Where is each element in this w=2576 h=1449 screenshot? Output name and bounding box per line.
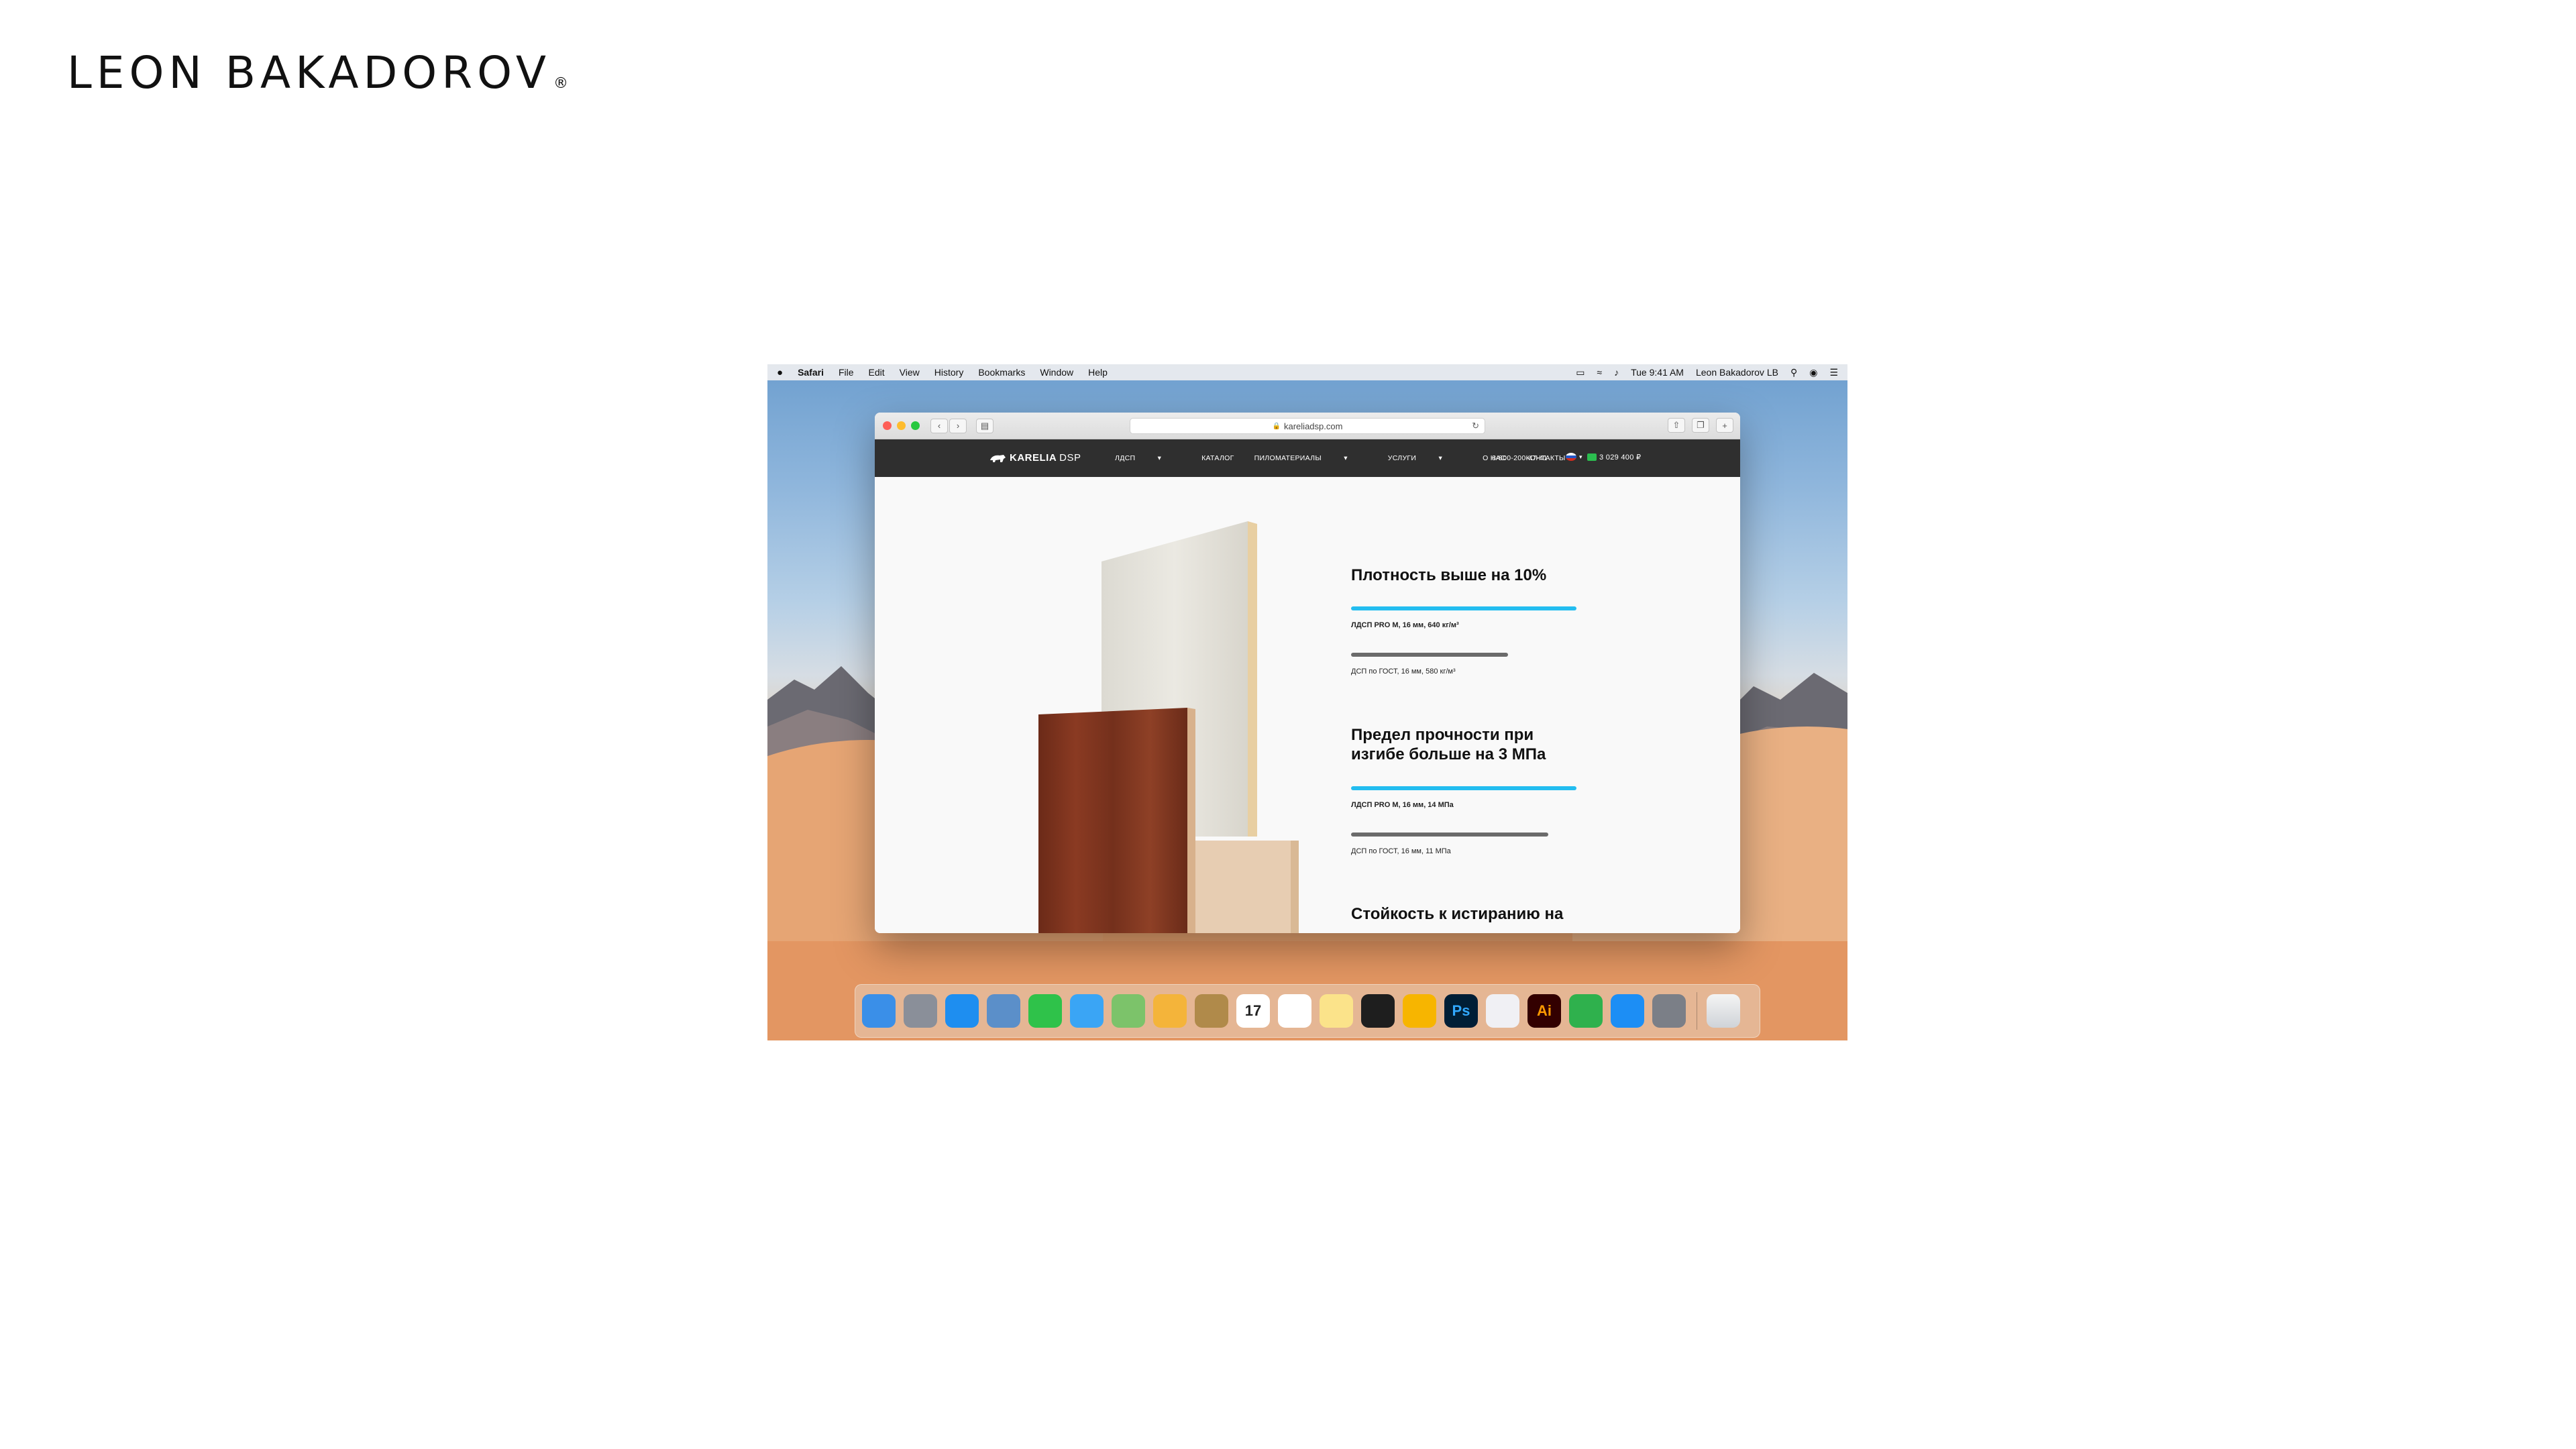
reminders-icon[interactable] xyxy=(1278,994,1311,1028)
strength-gost-bar xyxy=(1351,833,1548,837)
language-flag-icon[interactable] xyxy=(1566,453,1576,461)
desktop-screenshot: ● Safari File Edit View History Bookmark… xyxy=(767,364,1847,1040)
page-content: Плотность выше на 10% ЛДСП PRO M, 16 мм,… xyxy=(875,477,1740,933)
spotlight-icon[interactable]: ⚲ xyxy=(1790,367,1797,378)
brand-registered-mark: ® xyxy=(553,75,569,92)
nav-item-label: УСЛУГИ xyxy=(1387,454,1417,462)
address-bar[interactable]: 🔒 kareliadsp.com ↻ xyxy=(1130,418,1485,434)
minimize-window-button[interactable] xyxy=(897,421,906,430)
facetime-icon[interactable] xyxy=(1028,994,1062,1028)
density-gost-label: ДСП по ГОСТ, 16 мм, 580 кг/м³ xyxy=(1351,667,1456,676)
menu-history[interactable]: History xyxy=(934,367,964,378)
strength-pro-bar xyxy=(1351,786,1576,790)
logo-bold-text: KARELIA xyxy=(1010,452,1057,464)
system-preferences-icon[interactable] xyxy=(1652,994,1686,1028)
cart-total: 3 029 400 ₽ xyxy=(1599,453,1642,462)
nav-item-lumber[interactable]: ПИЛОМАТЕРИАЛЫ ▾ xyxy=(1254,454,1368,462)
finder-icon[interactable] xyxy=(862,994,896,1028)
sidebar-toggle-button[interactable]: ▤ xyxy=(976,418,994,433)
apple-logo-icon[interactable]: ● xyxy=(777,367,783,378)
notification-center-icon[interactable]: ☰ xyxy=(1829,367,1838,378)
stat-title-strength: Предел прочности при изгибе больше на 3 … xyxy=(1351,726,1546,763)
airplay-icon[interactable]: ▭ xyxy=(1576,367,1585,378)
preview-icon[interactable] xyxy=(987,994,1020,1028)
maps-icon[interactable] xyxy=(1112,994,1145,1028)
menu-window[interactable]: Window xyxy=(1040,367,1073,378)
caret-down-icon: ▾ xyxy=(1438,454,1443,462)
calendar-icon[interactable]: 17 xyxy=(1236,994,1270,1028)
nav-item-ldsp[interactable]: ЛДСП ▾ xyxy=(1115,454,1181,462)
notefile-icon[interactable] xyxy=(1195,994,1228,1028)
cart-icon xyxy=(1587,453,1597,461)
stat-title-abrasion: Стойкость к истиранию на xyxy=(1351,905,1564,923)
sketch-icon[interactable] xyxy=(1403,994,1436,1028)
user-account[interactable]: Leon Bakadorov LB xyxy=(1696,367,1778,378)
site-logo[interactable]: KARELIA DSP xyxy=(989,452,1081,464)
tabs-overview-button[interactable]: ❐ xyxy=(1692,418,1709,433)
illustrator-icon[interactable]: Ai xyxy=(1527,994,1561,1028)
photoshop-icon[interactable]: Ps xyxy=(1444,994,1478,1028)
small-beige-board-image xyxy=(1190,841,1299,933)
photos-icon[interactable] xyxy=(1153,994,1187,1028)
site-header: KARELIA DSP ЛДСП ▾ КАТАЛОГ ПИЛОМАТЕРИАЛЫ … xyxy=(875,439,1740,477)
density-gost-bar xyxy=(1351,653,1508,657)
wood-veneer-board-image xyxy=(1038,708,1195,933)
zoom-window-button[interactable] xyxy=(911,421,920,430)
brand-logo: LEON BAKADOROV ® xyxy=(67,47,568,99)
bear-logo-icon xyxy=(990,454,1006,462)
menu-app-name[interactable]: Safari xyxy=(798,367,824,378)
menu-help[interactable]: Help xyxy=(1088,367,1108,378)
menubar-status-area: ▭ ≈ ♪ Tue 9:41 AM Leon Bakadorov LB ⚲ ◉ … xyxy=(1564,367,1838,378)
siri-icon[interactable]: ◉ xyxy=(1809,367,1817,378)
logo-light-text: DSP xyxy=(1059,452,1081,464)
stat-title-density: Плотность выше на 10% xyxy=(1351,566,1547,584)
itunes-icon[interactable] xyxy=(1486,994,1519,1028)
toolbar-right-buttons: ⇧ ❐ + xyxy=(1666,418,1733,433)
calendar-label: 17 xyxy=(1244,1002,1262,1019)
messages-icon[interactable] xyxy=(1070,994,1104,1028)
new-tab-button[interactable]: + xyxy=(1716,418,1733,433)
photoshop-label: Ps xyxy=(1452,1002,1470,1019)
clock[interactable]: Tue 9:41 AM xyxy=(1631,367,1684,378)
forward-button[interactable]: › xyxy=(949,418,967,433)
illustrator-label: Ai xyxy=(1537,1002,1552,1019)
close-window-button[interactable] xyxy=(883,421,892,430)
mac-dock: 17 Ps Ai xyxy=(855,984,1760,1038)
menu-file[interactable]: File xyxy=(839,367,854,378)
safari-window: ‹ › ▤ 🔒 kareliadsp.com ↻ ⇧ ❐ + KARELIA DS… xyxy=(875,413,1740,933)
density-pro-label: ЛДСП PRO M, 16 мм, 640 кг/м³ xyxy=(1351,621,1459,629)
nav-item-catalog[interactable]: КАТАЛОГ xyxy=(1201,454,1234,462)
notes-icon[interactable] xyxy=(1320,994,1353,1028)
reload-icon[interactable]: ↻ xyxy=(1472,421,1479,431)
share-button[interactable]: ⇧ xyxy=(1668,418,1685,433)
strength-pro-label: ЛДСП PRO M, 16 мм, 14 МПа xyxy=(1351,801,1454,809)
numbers-icon[interactable] xyxy=(1569,994,1603,1028)
menu-edit[interactable]: Edit xyxy=(869,367,885,378)
browser-toolbar: ‹ › ▤ 🔒 kareliadsp.com ↻ ⇧ ❐ + xyxy=(875,413,1740,439)
caret-down-icon: ▾ xyxy=(1579,453,1582,460)
app-store-icon[interactable] xyxy=(1611,994,1644,1028)
nav-item-label: ЛДСП xyxy=(1115,454,1136,462)
volume-icon[interactable]: ♪ xyxy=(1614,367,1619,378)
nav-item-services[interactable]: УСЛУГИ ▾ xyxy=(1388,454,1462,462)
strength-gost-label: ДСП по ГОСТ, 16 мм, 11 МПа xyxy=(1351,847,1451,855)
caret-down-icon: ▾ xyxy=(1344,454,1348,462)
safari-icon[interactable] xyxy=(945,994,979,1028)
brand-name: LEON BAKADOROV xyxy=(67,47,551,99)
back-button[interactable]: ‹ xyxy=(930,418,948,433)
launchpad-icon[interactable] xyxy=(904,994,937,1028)
cart-button[interactable]: 3 029 400 ₽ xyxy=(1587,453,1641,462)
trash-icon[interactable] xyxy=(1707,994,1740,1028)
phone-number[interactable]: 8-800-200-47-41 xyxy=(1492,454,1548,462)
menu-view[interactable]: View xyxy=(900,367,920,378)
nav-item-label: ПИЛОМАТЕРИАЛЫ xyxy=(1254,454,1322,462)
address-bar-url: kareliadsp.com xyxy=(1284,421,1343,431)
caret-down-icon: ▾ xyxy=(1157,454,1162,462)
menu-bookmarks[interactable]: Bookmarks xyxy=(978,367,1025,378)
wifi-icon[interactable]: ≈ xyxy=(1597,367,1602,378)
figma-icon[interactable] xyxy=(1361,994,1395,1028)
mac-menubar: ● Safari File Edit View History Bookmark… xyxy=(767,364,1847,380)
lock-icon: 🔒 xyxy=(1272,422,1281,430)
density-pro-bar xyxy=(1351,606,1576,610)
